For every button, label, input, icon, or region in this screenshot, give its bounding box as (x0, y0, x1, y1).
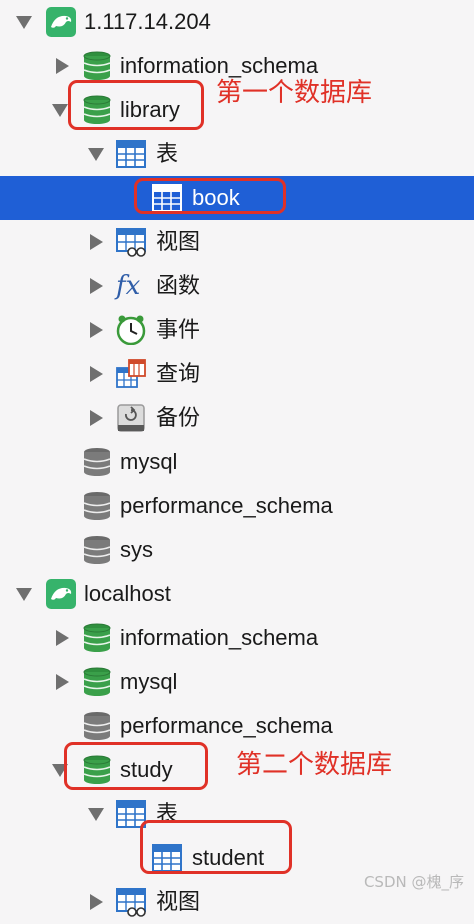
database-closed-icon (82, 535, 112, 565)
disclosure-expanded-icon[interactable] (16, 588, 32, 601)
database-open-icon (82, 51, 112, 81)
folder-label: 事件 (156, 317, 201, 342)
database-label: information_schema (120, 625, 319, 650)
highlight-box-study (64, 742, 208, 790)
disclosure-collapsed-icon[interactable] (90, 366, 103, 382)
backup-icon (116, 403, 146, 433)
database-open-icon (82, 667, 112, 697)
database-label: information_schema (120, 53, 319, 78)
folder-label: 查询 (156, 361, 201, 386)
disclosure-collapsed-icon[interactable] (56, 58, 69, 74)
tree-row-database[interactable]: sys (0, 528, 474, 572)
disclosure-collapsed-icon[interactable] (90, 322, 103, 338)
folder-label: 函数 (156, 273, 201, 298)
highlight-box-book (134, 178, 286, 214)
disclosure-expanded-icon[interactable] (88, 148, 104, 161)
disclosure-collapsed-icon[interactable] (90, 894, 103, 910)
database-label: performance_schema (120, 493, 333, 518)
database-label: mysql (120, 449, 178, 474)
query-icon (116, 359, 146, 389)
tree-row-database[interactable]: information_schema (0, 616, 474, 660)
highlight-box-student (140, 820, 292, 874)
annotation-second-database: 第二个数据库 (236, 750, 393, 780)
disclosure-expanded-icon[interactable] (52, 104, 68, 117)
disclosure-collapsed-icon[interactable] (90, 410, 103, 426)
tree-row-tables-folder[interactable]: 表 (0, 132, 474, 176)
mysql-server-icon (46, 579, 76, 609)
disclosure-expanded-icon[interactable] (16, 16, 32, 29)
watermark: CSDN @槐_序 (363, 873, 464, 891)
tree-row-functions-folder[interactable]: fx 函数 (0, 264, 474, 308)
tree-row-database[interactable]: mysql (0, 440, 474, 484)
server-label: localhost (84, 581, 171, 606)
disclosure-expanded-icon[interactable] (88, 808, 104, 821)
tree-row-views-folder[interactable]: 视图 (0, 220, 474, 264)
table-icon (116, 139, 146, 169)
folder-label: 视图 (156, 229, 201, 254)
view-icon (116, 887, 146, 917)
tree-row-events-folder[interactable]: 事件 (0, 308, 474, 352)
tree-row-database[interactable]: mysql (0, 660, 474, 704)
mysql-server-icon (46, 7, 76, 37)
function-icon: fx (116, 271, 141, 301)
database-closed-icon (82, 711, 112, 741)
alarm-clock-icon (116, 315, 146, 345)
disclosure-collapsed-icon[interactable] (90, 234, 103, 250)
folder-label: 视图 (156, 889, 201, 914)
database-label: sys (120, 537, 153, 562)
highlight-box-library (68, 80, 204, 130)
tree-row-server-remote[interactable]: 1.117.14.204 (0, 0, 474, 44)
database-closed-icon (82, 491, 112, 521)
folder-label: 备份 (156, 405, 201, 430)
disclosure-collapsed-icon[interactable] (90, 278, 103, 294)
tree-row-queries-folder[interactable]: 查询 (0, 352, 474, 396)
disclosure-collapsed-icon[interactable] (56, 630, 69, 646)
tree-row-backups-folder[interactable]: 备份 (0, 396, 474, 440)
view-icon (116, 227, 146, 257)
database-label: performance_schema (120, 713, 333, 738)
disclosure-collapsed-icon[interactable] (56, 674, 69, 690)
tree-row-server-localhost[interactable]: localhost (0, 572, 474, 616)
database-closed-icon (82, 447, 112, 477)
server-label: 1.117.14.204 (84, 9, 211, 34)
database-open-icon (82, 623, 112, 653)
tree-row-database[interactable]: performance_schema (0, 484, 474, 528)
folder-label: 表 (156, 141, 179, 166)
annotation-first-database: 第一个数据库 (216, 78, 373, 108)
database-label: mysql (120, 669, 178, 694)
